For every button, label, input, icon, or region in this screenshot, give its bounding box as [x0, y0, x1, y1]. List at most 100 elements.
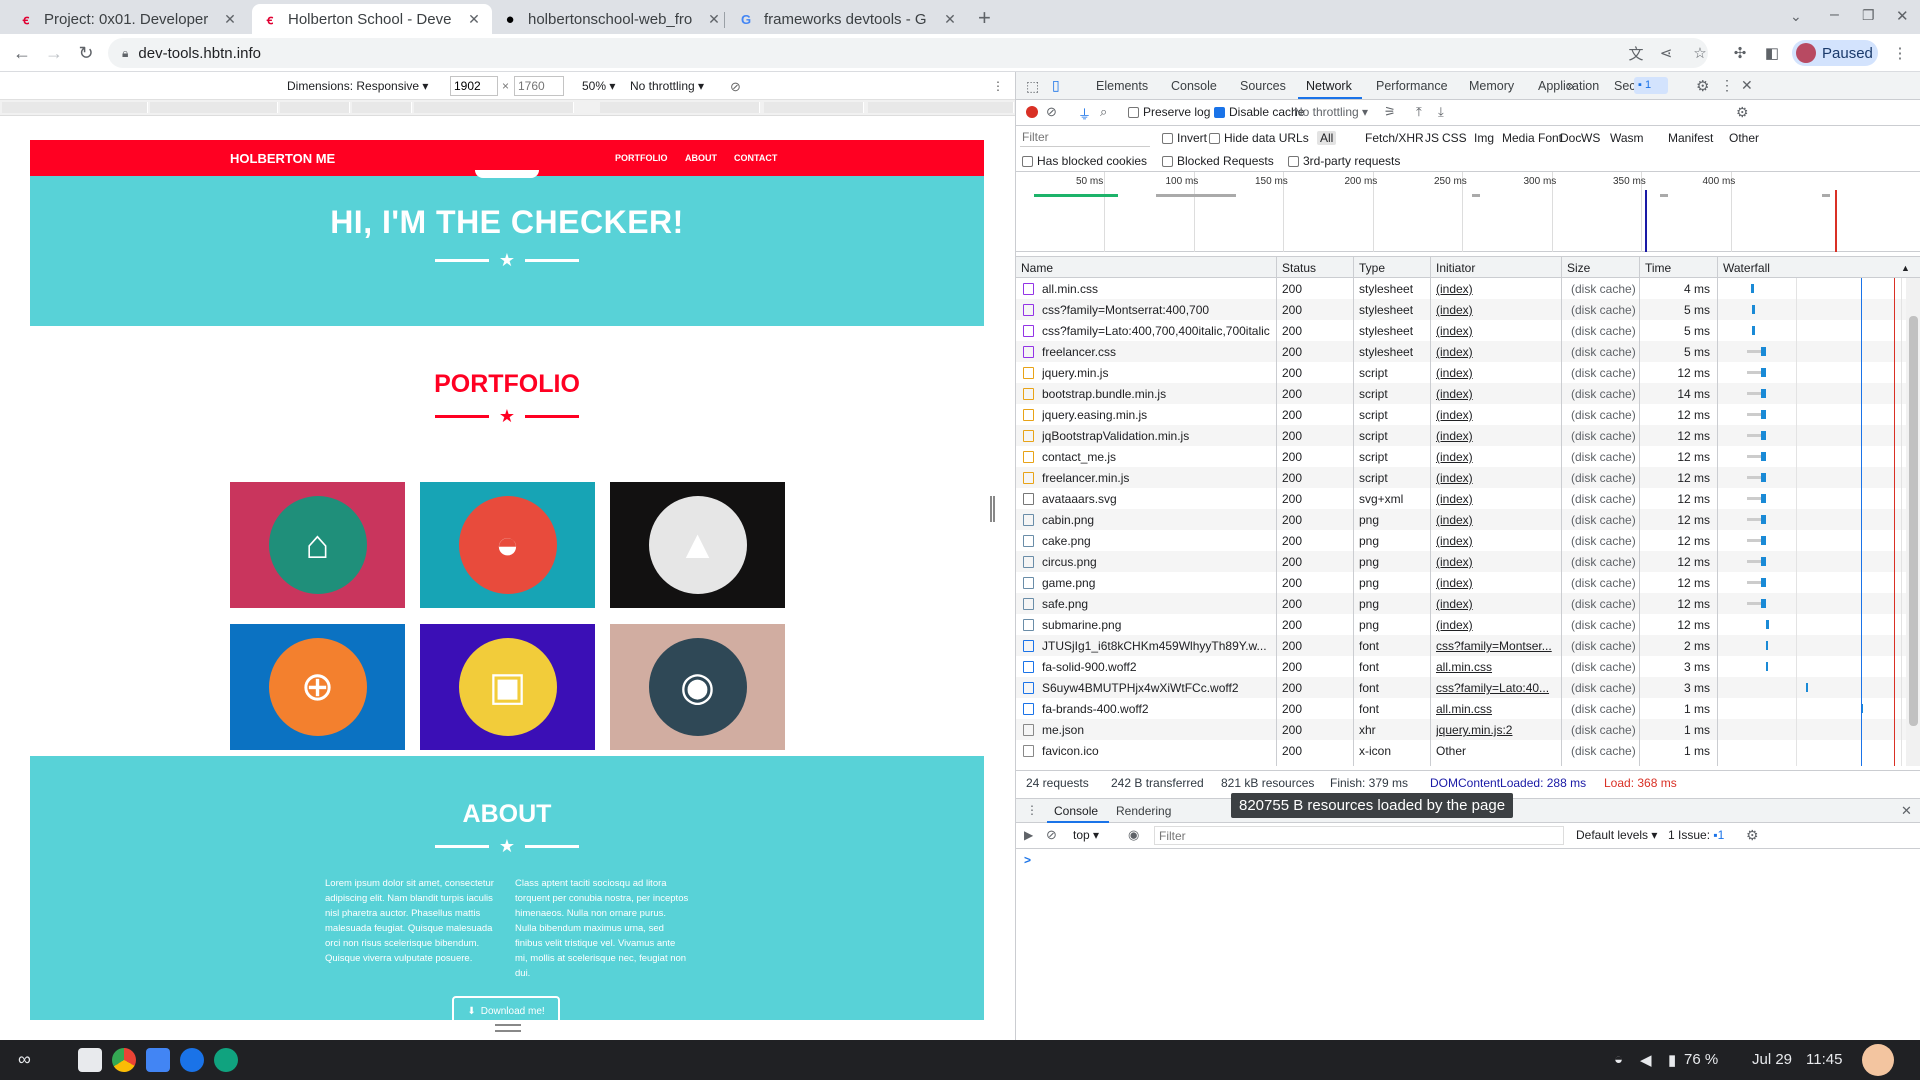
request-name[interactable]: game.png	[1042, 576, 1272, 590]
type-filter-manifest[interactable]: Manifest	[1668, 131, 1713, 145]
close-window-icon[interactable]: ✕	[1896, 7, 1909, 25]
inspect-icon[interactable]: ⬚	[1026, 78, 1039, 95]
request-row[interactable]: freelancer.css 200 stylesheet (index) (disk …	[1016, 341, 1906, 362]
profile-button[interactable]: Paused	[1792, 40, 1878, 66]
request-name[interactable]: safe.png	[1042, 597, 1272, 611]
width-input[interactable]	[450, 76, 498, 96]
wifi-icon[interactable]: ◒	[1614, 1051, 1623, 1068]
reload-icon[interactable]: ↻	[74, 41, 98, 65]
request-name[interactable]: css?family=Montserrat:400,700	[1042, 303, 1272, 317]
console-filter-input[interactable]	[1154, 826, 1564, 845]
chat-app-icon[interactable]	[214, 1048, 238, 1072]
request-initiator[interactable]: jquery.min.js:2	[1436, 723, 1556, 737]
request-name[interactable]: circus.png	[1042, 555, 1272, 569]
request-row[interactable]: cake.png 200 png (index) (disk cache) 12 ms	[1016, 530, 1906, 551]
type-filter-fetchxhr[interactable]: Fetch/XHR	[1365, 131, 1424, 145]
request-name[interactable]: css?family=Lato:400,700,400italic,700ita…	[1042, 324, 1272, 338]
request-name[interactable]: jqBootstrapValidation.min.js	[1042, 429, 1272, 443]
drawer-tab-rendering[interactable]: Rendering	[1116, 804, 1171, 818]
close-tab-icon[interactable]: ✕	[942, 11, 958, 28]
console-prompt[interactable]: >	[1024, 853, 1031, 867]
type-filter-media[interactable]: Media	[1502, 131, 1535, 145]
request-row[interactable]: css?family=Lato:400,700,400italic,700ita…	[1016, 320, 1906, 341]
request-initiator[interactable]: (index)	[1436, 324, 1556, 338]
request-initiator[interactable]: (index)	[1436, 555, 1556, 569]
browser-tab[interactable]: ꞓ Project: 0x01. Developer ✕	[8, 4, 248, 34]
request-row[interactable]: game.png 200 png (index) (disk cache) 12 ms	[1016, 572, 1906, 593]
viewport-resize-handle[interactable]	[990, 496, 995, 522]
address-bar[interactable]: 🔒︎ dev-tools.hbtn.info	[108, 38, 1708, 68]
tray-date[interactable]: Jul 29	[1752, 1051, 1792, 1068]
clear-icon[interactable]: ⊘	[1046, 104, 1057, 120]
drawer-tab-console[interactable]: Console	[1054, 804, 1098, 818]
filter-icon[interactable]: ⏚	[1078, 104, 1091, 123]
browser-tab[interactable]: ● holbertonschool-web_fro ✕	[492, 4, 732, 34]
request-initiator[interactable]: (index)	[1436, 576, 1556, 590]
blocked-requests-checkbox[interactable]: Blocked Requests	[1162, 154, 1274, 168]
translate-icon[interactable]: ⽂	[1626, 43, 1646, 63]
zoom-dropdown[interactable]: 50% ▾	[582, 79, 615, 93]
network-conditions-icon[interactable]: ⚞	[1384, 104, 1396, 120]
request-initiator[interactable]: (index)	[1436, 513, 1556, 527]
chrome-icon[interactable]	[112, 1048, 136, 1072]
portfolio-card-safe[interactable]: ▣	[420, 624, 595, 750]
request-row[interactable]: fa-solid-900.woff2 200 font all.min.css (dis…	[1016, 656, 1906, 677]
request-initiator[interactable]: css?family=Lato:40...	[1436, 681, 1556, 695]
filter-input[interactable]	[1020, 128, 1150, 147]
request-initiator[interactable]: (index)	[1436, 450, 1556, 464]
table-scrollbar[interactable]	[1906, 278, 1920, 766]
request-row[interactable]: cabin.png 200 png (index) (disk cache) 12 ms	[1016, 509, 1906, 530]
tab-network[interactable]: Network	[1306, 79, 1352, 93]
download-button[interactable]: ⬇ Download me!	[452, 996, 560, 1020]
chevron-down-icon[interactable]: ⌄	[1790, 8, 1802, 25]
request-row[interactable]: css?family=Montserrat:400,700 200 styleshe…	[1016, 299, 1906, 320]
new-tab-icon[interactable]: +	[978, 5, 991, 31]
request-initiator[interactable]: (index)	[1436, 429, 1556, 443]
request-initiator[interactable]: (index)	[1436, 303, 1556, 317]
request-name[interactable]: jquery.easing.min.js	[1042, 408, 1272, 422]
close-drawer-icon[interactable]: ✕	[1901, 803, 1912, 819]
browser-tab-active[interactable]: ꞓ Holberton School - Deve ✕	[252, 4, 492, 34]
request-initiator[interactable]: (index)	[1436, 408, 1556, 422]
portfolio-card-cabin[interactable]: ⌂	[230, 482, 405, 608]
request-row[interactable]: contact_me.js 200 script (index) (disk cache…	[1016, 446, 1906, 467]
context-dropdown[interactable]: top ▾	[1073, 828, 1099, 842]
request-row[interactable]: jqBootstrapValidation.min.js 200 script (in…	[1016, 425, 1906, 446]
request-name[interactable]: all.min.css	[1042, 282, 1272, 296]
drawer-menu-icon[interactable]: ⋮	[1026, 803, 1038, 817]
request-initiator[interactable]: (index)	[1436, 345, 1556, 359]
request-name[interactable]: avataaars.svg	[1042, 492, 1272, 506]
request-name[interactable]: fa-solid-900.woff2	[1042, 660, 1272, 674]
docs-icon[interactable]	[146, 1048, 170, 1072]
preserve-log-checkbox[interactable]: Preserve log	[1128, 105, 1210, 119]
tab-performance[interactable]: Performance	[1376, 79, 1448, 93]
console-settings-icon[interactable]: ⚙	[1746, 827, 1759, 844]
request-name[interactable]: freelancer.css	[1042, 345, 1272, 359]
request-initiator[interactable]: (index)	[1436, 597, 1556, 611]
type-filter-ws[interactable]: WS	[1581, 131, 1600, 145]
hide-data-urls-checkbox[interactable]: Hide data URLs	[1209, 131, 1309, 145]
request-row[interactable]: favicon.ico 200 x-icon Other (disk cache) 1 m…	[1016, 740, 1906, 761]
maximize-icon[interactable]: ❐	[1862, 7, 1875, 24]
type-filter-css[interactable]: CSS	[1442, 131, 1467, 145]
request-initiator[interactable]: all.min.css	[1436, 660, 1556, 674]
nav-link-about[interactable]: ABOUT	[685, 153, 717, 163]
device-toggle-icon[interactable]: ▯	[1052, 77, 1060, 94]
side-panel-icon[interactable]: ◧	[1762, 43, 1782, 63]
clear-console-icon[interactable]: ⊘	[1046, 827, 1057, 843]
request-row[interactable]: bootstrap.bundle.min.js 200 script (index) (…	[1016, 383, 1906, 404]
request-name[interactable]: submarine.png	[1042, 618, 1272, 632]
request-row[interactable]: safe.png 200 png (index) (disk cache) 12 ms	[1016, 593, 1906, 614]
menu-icon[interactable]: ⋮	[1890, 43, 1910, 63]
request-initiator[interactable]: (index)	[1436, 387, 1556, 401]
invert-checkbox[interactable]: Invert	[1162, 131, 1207, 145]
type-filter-all[interactable]: All	[1317, 131, 1337, 145]
request-row[interactable]: S6uyw4BMUTPHjx4wXiWtFCc.woff2 200 font css?…	[1016, 677, 1906, 698]
issues-badge[interactable]: ▪ 1	[1634, 77, 1668, 94]
minimize-icon[interactable]: –	[1830, 6, 1839, 24]
request-initiator[interactable]: all.min.css	[1436, 702, 1556, 716]
request-row[interactable]: jquery.easing.min.js 200 script (index) (dis…	[1016, 404, 1906, 425]
portfolio-card-game[interactable]: ⊕	[230, 624, 405, 750]
column-header-name[interactable]: Name	[1021, 261, 1053, 275]
eye-icon[interactable]: ◉	[1128, 827, 1139, 843]
